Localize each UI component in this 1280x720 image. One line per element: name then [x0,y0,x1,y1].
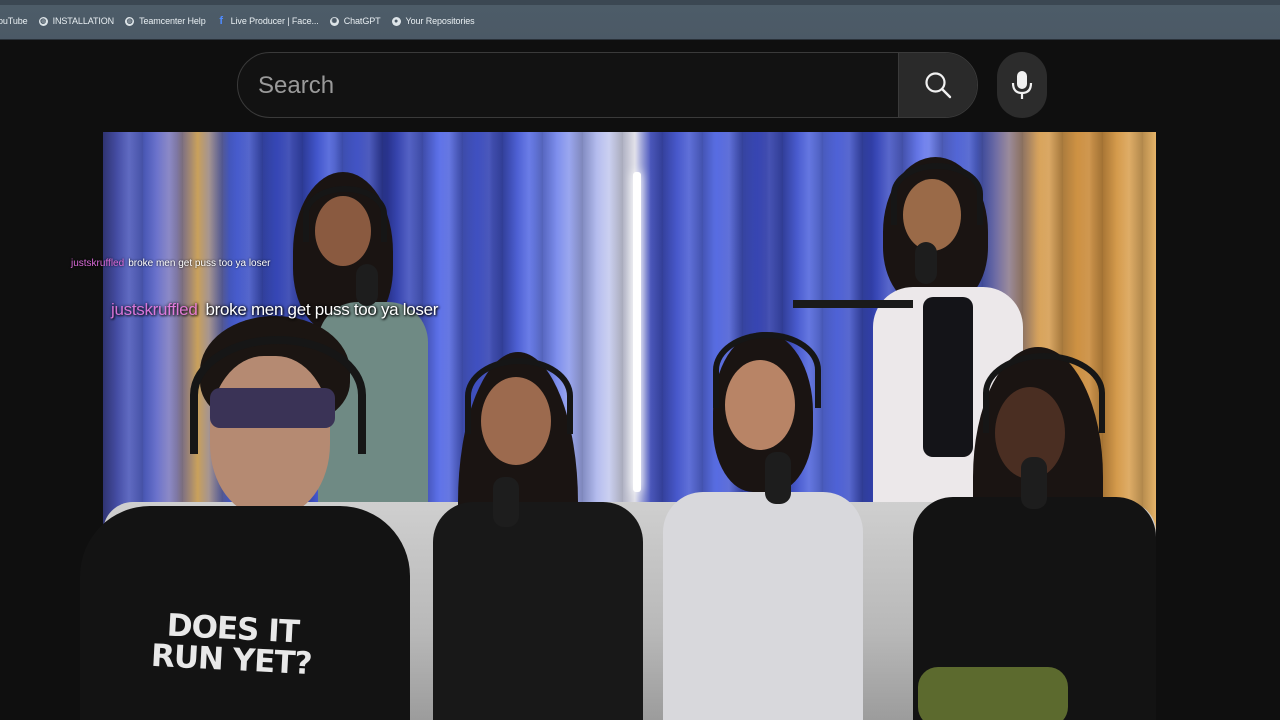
bookmark-installation[interactable]: ◍ INSTALLATION [38,16,115,26]
microphone [493,477,519,527]
search-input[interactable] [238,53,898,117]
chat-message-small: justskruffled broke men get puss too ya l… [71,258,271,269]
github-icon: ● [391,16,401,26]
person-front-center-right [663,332,863,720]
bookmark-teamcenter-help[interactable]: ◍ Teamcenter Help [125,16,206,26]
shirt-text: DOES IT RUN YET? [150,607,313,683]
chat-username: justskruffled [111,300,198,319]
microphone [1021,457,1047,509]
bookmark-your-repositories[interactable]: ● Your Repositories [391,16,475,26]
bookmark-label: Your Repositories [405,16,475,26]
person-front-right [913,347,1156,720]
bookmark-label: Teamcenter Help [139,16,206,26]
chat-text: broke men get puss too ya loser [205,300,439,319]
bookmark-youtube[interactable]: ouTube [0,16,28,26]
microphone [765,452,791,504]
webcam-streamer: DOES IT RUN YET? [60,316,410,720]
chat-text: broke men get puss too ya loser [128,258,271,269]
voice-search-button[interactable] [997,52,1047,118]
bookmark-chatgpt[interactable]: ✺ ChatGPT [329,16,381,26]
search-box [237,52,978,118]
person-front-center-left [433,352,643,720]
microphone [915,242,937,284]
bookmark-label: ouTube [0,16,28,26]
masthead [0,40,1280,132]
chat-message-large: justskruffled broke men get puss too ya l… [111,300,438,320]
microphone-icon [1011,71,1033,99]
globe-icon: ◍ [125,16,135,26]
globe-icon: ◍ [38,16,48,26]
search-icon [925,72,952,99]
search-button[interactable] [898,53,977,117]
chat-username: justskruffled [71,258,125,269]
bookmark-label: INSTALLATION [52,16,115,26]
bookmarks-bar: ouTube ◍ INSTALLATION ◍ Teamcenter Help … [0,0,1280,40]
mic-arm [793,300,913,308]
facebook-icon: f [219,15,223,27]
bookmark-live-producer[interactable]: f Live Producer | Face... [217,15,319,27]
bookmark-label: ChatGPT [343,16,381,26]
bookmark-label: Live Producer | Face... [230,16,319,26]
chatgpt-icon: ✺ [329,16,339,26]
